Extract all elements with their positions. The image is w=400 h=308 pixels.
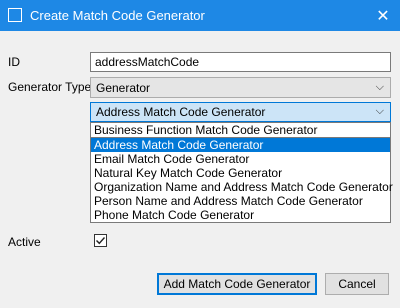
- generator-type-value: Generator: [96, 81, 151, 95]
- generator-dropdown-list: Business Function Match Code Generator Ad…: [90, 122, 393, 223]
- title-bar: Create Match Code Generator ✕: [0, 0, 400, 31]
- generator-select[interactable]: Address Match Code Generator ⌵: [90, 102, 391, 122]
- dropdown-option[interactable]: Person Name and Address Match Code Gener…: [91, 194, 390, 208]
- checkmark-icon: [96, 237, 106, 245]
- add-match-code-generator-button[interactable]: Add Match Code Generator: [157, 273, 317, 295]
- chevron-down-icon: ⌵: [375, 81, 384, 93]
- chevron-down-icon: ⌵: [375, 105, 384, 117]
- dialog-body: ID addressMatchCode Generator Type Gener…: [0, 31, 400, 308]
- generator-type-label: Generator Type: [8, 80, 92, 94]
- window-title: Create Match Code Generator: [30, 8, 205, 23]
- generator-select-value: Address Match Code Generator: [96, 105, 266, 119]
- dropdown-option[interactable]: Business Function Match Code Generator: [91, 123, 390, 138]
- cancel-button[interactable]: Cancel: [325, 273, 389, 295]
- dropdown-option[interactable]: Natural Key Match Code Generator: [91, 166, 390, 180]
- dropdown-option[interactable]: Address Match Code Generator: [91, 138, 390, 152]
- dropdown-option[interactable]: Email Match Code Generator: [91, 152, 390, 166]
- active-checkbox[interactable]: [94, 234, 107, 247]
- id-label: ID: [8, 55, 20, 69]
- dropdown-option[interactable]: Phone Match Code Generator: [91, 208, 390, 222]
- close-button[interactable]: ✕: [366, 0, 400, 31]
- active-label: Active: [8, 235, 41, 249]
- generator-type-select[interactable]: Generator ⌵: [90, 77, 391, 98]
- close-icon: ✕: [376, 7, 390, 25]
- id-field[interactable]: addressMatchCode: [90, 52, 391, 72]
- dropdown-option[interactable]: Organization Name and Address Match Code…: [91, 180, 393, 194]
- app-window-icon: [8, 8, 22, 22]
